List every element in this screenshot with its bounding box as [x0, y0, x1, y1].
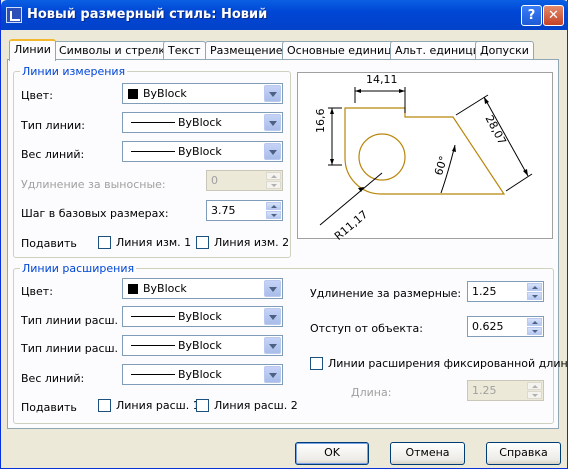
help-title-button[interactable]: ?: [521, 5, 542, 26]
dim-lineweight-value: ByBlock: [178, 145, 222, 158]
dimension-style-preview: 14,11 16,6 28,07 60° R11,17: [297, 72, 553, 243]
cancel-button[interactable]: Отмена: [390, 442, 465, 465]
suppress-ext-line-2-label: Линия расш. 2: [214, 399, 298, 412]
offset-origin-label: Отступ от объекта:: [310, 322, 423, 335]
tab-fit[interactable]: Размещение: [205, 41, 288, 60]
baseline-spacing-spinner[interactable]: 3.75: [206, 200, 283, 221]
line-sample: [131, 316, 175, 317]
chevron-down-icon[interactable]: [264, 308, 281, 325]
chevron-down-icon[interactable]: [264, 114, 281, 131]
extend-beyond-spinner[interactable]: 1.25: [467, 281, 544, 302]
fixed-length-checkbox[interactable]: Линии расширения фиксированной длины: [310, 357, 568, 371]
preview-dim-top: 14,11: [366, 73, 398, 86]
tab-tolerances[interactable]: Допуски: [475, 41, 534, 60]
dim-color-value: ByBlock: [143, 87, 187, 100]
spinner-arrows-icon[interactable]: [266, 202, 281, 219]
suppress-dim-line-2-label: Линия изм. 2: [214, 236, 290, 249]
chevron-down-icon[interactable]: [264, 85, 281, 102]
checkbox-box[interactable]: [98, 236, 111, 249]
ext-linetype2-label: Тип линии расш. 2:: [21, 342, 133, 355]
tab-lines[interactable]: Линии: [9, 39, 56, 61]
suppress-ext-line-2-checkbox[interactable]: Линия расш. 2: [196, 399, 298, 413]
suppress-ext-line-1-checkbox[interactable]: Линия расш. 1: [98, 399, 200, 413]
checkbox-box[interactable]: [98, 399, 111, 412]
offset-origin-spinner[interactable]: 0.625: [467, 316, 544, 337]
suppress-ext-line-1-label: Линия расш. 1: [116, 399, 200, 412]
ok-button[interactable]: OK: [295, 442, 369, 465]
dim-suppress-label: Подавить: [21, 237, 77, 250]
ext-linetype2-value: ByBlock: [178, 339, 222, 352]
fixed-length-spinner[interactable]: 1.25: [467, 380, 544, 401]
dimension-lines-legend: Линии измерения: [20, 65, 128, 78]
dim-extension-label: Удлинение за выносные:: [21, 178, 166, 191]
ext-linetype1-value: ByBlock: [178, 310, 222, 323]
spinner-arrows-icon[interactable]: [527, 382, 542, 399]
dim-extension-spinner[interactable]: 0: [206, 170, 283, 191]
dim-extension-value: 0: [211, 174, 218, 187]
dim-linetype-select[interactable]: ByBlock: [122, 112, 283, 133]
ext-lineweight-value: ByBlock: [178, 368, 222, 381]
ext-linetype2-select[interactable]: ByBlock: [122, 335, 283, 356]
dim-lineweight-label: Вес линий:: [21, 148, 85, 161]
fixed-length-value: 1.25: [472, 384, 497, 397]
chevron-down-icon[interactable]: [264, 280, 281, 297]
preview-dim-left: 16,6: [314, 108, 327, 134]
dim-linetype-label: Тип линии:: [21, 119, 85, 132]
spinner-arrows-icon[interactable]: [527, 283, 542, 300]
ext-lineweight-select[interactable]: ByBlock: [122, 364, 283, 385]
ext-lineweight-label: Вес линий:: [21, 372, 85, 385]
close-button[interactable]: ✕: [543, 5, 564, 26]
preview-drawing: [319, 87, 533, 226]
baseline-spacing-label: Шаг в базовых размерах:: [21, 207, 169, 220]
fixed-length-value-label: Длина:: [351, 386, 392, 399]
chevron-down-icon[interactable]: [264, 143, 281, 160]
extension-lines-legend: Линии расширения: [20, 262, 137, 275]
suppress-dim-line-2-checkbox[interactable]: Линия изм. 2: [196, 236, 290, 250]
spinner-arrows-icon[interactable]: [527, 318, 542, 335]
chevron-down-icon[interactable]: [264, 366, 281, 383]
help-button[interactable]: Справка: [486, 442, 561, 465]
ext-color-select[interactable]: ByBlock: [122, 278, 283, 299]
color-swatch: [128, 284, 138, 294]
fixed-length-label: Линии расширения фиксированной длины: [328, 357, 568, 370]
dim-color-label: Цвет:: [21, 89, 53, 102]
ext-linetype1-label: Тип линии расш. 1:: [21, 314, 133, 327]
app-icon: [6, 7, 22, 23]
ext-color-label: Цвет:: [21, 285, 53, 298]
spinner-arrows-icon[interactable]: [266, 172, 281, 189]
title-bar[interactable]: Новый размерный стиль: Новий ? ✕: [1, 0, 568, 30]
line-sample: [131, 374, 175, 375]
tab-text[interactable]: Текст: [163, 41, 206, 60]
suppress-dim-line-1-checkbox[interactable]: Линия изм. 1: [98, 236, 192, 250]
line-sample: [131, 345, 175, 346]
offset-origin-value: 0.625: [472, 320, 504, 333]
suppress-dim-line-1-label: Линия изм. 1: [116, 236, 192, 249]
dim-color-select[interactable]: ByBlock: [122, 83, 283, 104]
ext-linetype1-select[interactable]: ByBlock: [122, 306, 283, 327]
line-sample: [131, 122, 175, 123]
chevron-down-icon[interactable]: [264, 337, 281, 354]
window-title: Новый размерный стиль: Новий: [27, 7, 268, 22]
tab-alternate-units[interactable]: Альт. единицы: [390, 41, 487, 60]
checkbox-box[interactable]: [196, 236, 209, 249]
ext-suppress-label: Подавить: [21, 401, 77, 414]
tab-primary-units[interactable]: Основные единицы: [282, 41, 406, 60]
ext-color-value: ByBlock: [143, 282, 187, 295]
line-sample: [131, 151, 175, 152]
color-swatch: [128, 89, 138, 99]
extend-beyond-value: 1.25: [472, 285, 497, 298]
checkbox-box[interactable]: [310, 357, 323, 370]
dialog-window: Новый размерный стиль: Новий ? ✕ Линии С…: [0, 0, 568, 469]
checkbox-box[interactable]: [196, 399, 209, 412]
baseline-spacing-value: 3.75: [211, 204, 236, 217]
dim-linetype-value: ByBlock: [178, 116, 222, 129]
dim-lineweight-select[interactable]: ByBlock: [122, 141, 283, 162]
extend-beyond-label: Удлинение за размерные:: [310, 287, 462, 300]
tab-symbols-arrows[interactable]: Символы и стрелки: [54, 41, 178, 60]
